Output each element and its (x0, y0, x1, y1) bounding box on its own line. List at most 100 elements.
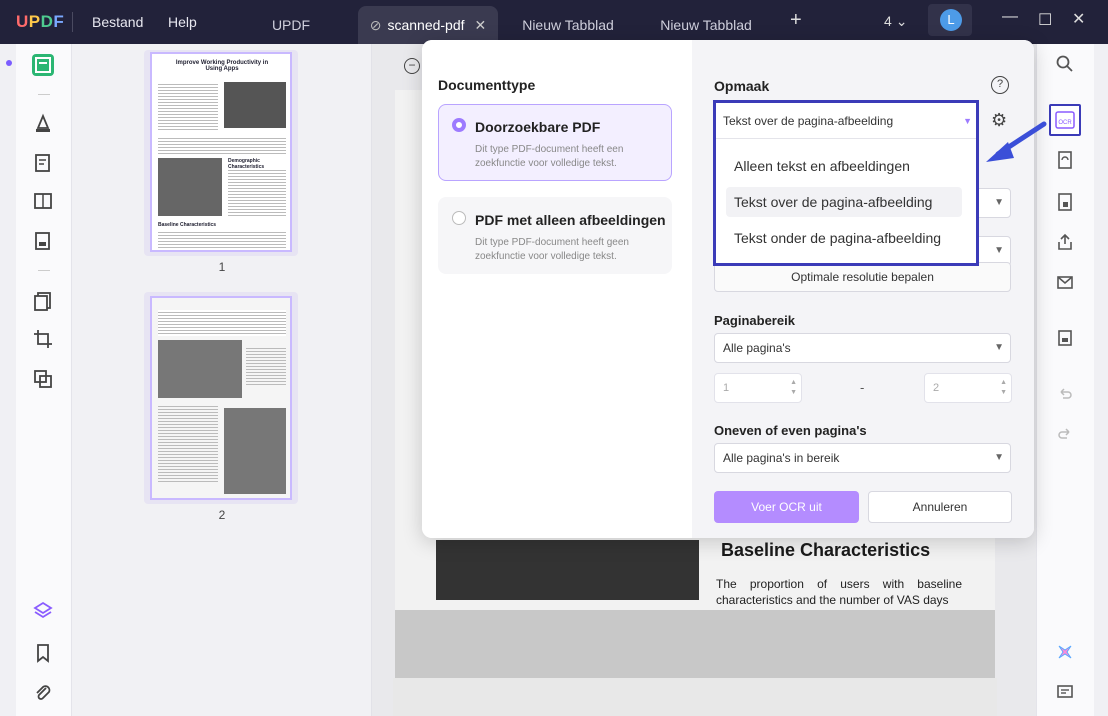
new-tab-icon[interactable]: + (790, 9, 802, 32)
left-edge (0, 44, 16, 716)
window-count[interactable]: 4 ⌄ (884, 13, 907, 30)
edit-icon: ⊘ (369, 17, 382, 33)
tab-label: Nieuw Tabblad (660, 17, 752, 33)
chat-icon[interactable] (1055, 682, 1075, 702)
toolbar-separator (38, 94, 50, 95)
document-type-title: Documenttype (438, 77, 536, 93)
chevron-down-icon: ▼ (994, 245, 1004, 256)
tab-label: UPDF (271, 17, 311, 33)
run-ocr-button[interactable]: Voer OCR uit (714, 491, 859, 523)
active-indicator (6, 60, 12, 66)
close-window-icon[interactable]: ✕ (1072, 9, 1085, 29)
chevron-down-icon: ⌄ (895, 13, 908, 29)
document-page-2 (393, 678, 997, 716)
layers-icon[interactable] (32, 600, 54, 622)
thumbnail-text-block (158, 404, 218, 484)
crop-icon[interactable] (32, 328, 54, 350)
odd-even-title: Oneven of even pagina's (714, 423, 867, 438)
mail-icon[interactable] (1055, 272, 1075, 292)
stepper-icon[interactable]: ▲ ▼ (1000, 378, 1007, 398)
layout-option-text-and-images[interactable]: Alleen tekst en afbeeldingen (726, 151, 962, 181)
form-icon[interactable] (32, 230, 54, 252)
ocr-button[interactable]: OCR (1049, 104, 1081, 136)
thumbnail-photo (158, 158, 222, 216)
toolbar-separator (38, 270, 50, 271)
option-searchable-pdf[interactable]: Doorzoekbare PDF Dit type PDF-document h… (438, 104, 672, 181)
menu-help[interactable]: Help (168, 14, 197, 30)
thumbnail-text-block (158, 310, 286, 336)
convert-pdf-icon[interactable] (1055, 150, 1075, 170)
page-range-select[interactable]: Alle pagina's ▼ (714, 333, 1011, 363)
page-number-1: 1 (218, 260, 226, 274)
title-bar: UPDF Bestand Help UPDF ⊘ scanned-pdf ✕ Nie… (0, 0, 1108, 44)
page-range-title: Paginabereik (714, 313, 795, 328)
search-icon[interactable] (1055, 54, 1075, 74)
layout-option-text-over-image[interactable]: Tekst over de pagina-afbeelding (726, 187, 962, 217)
undo-icon[interactable] (1055, 384, 1075, 404)
range-to-value: 2 (933, 382, 940, 394)
section-text: The proportion of users with baseline ch… (716, 577, 962, 607)
right-edge (1094, 44, 1108, 716)
range-to-input[interactable]: 2 ▲ ▼ (924, 373, 1012, 403)
thumbnail-page-1[interactable]: Improve Working Productivity in Using Ap… (150, 52, 292, 252)
tab-nieuw-tabblad-2[interactable]: Nieuw Tabblad (646, 6, 766, 44)
attachment-icon[interactable] (32, 682, 54, 704)
thumbnail-photo (158, 340, 242, 398)
option-title: Doorzoekbare PDF (475, 119, 601, 135)
chevron-down-icon: ▼ (963, 116, 972, 126)
radio-searchable-pdf[interactable] (452, 118, 466, 132)
odd-even-select[interactable]: Alle pagina's in bereik ▼ (714, 443, 1011, 473)
menu-bestand[interactable]: Bestand (92, 14, 143, 30)
thumbnail-page-2[interactable] (150, 296, 292, 500)
thumbnail-photo (224, 82, 286, 128)
maximize-icon[interactable]: ☐ (1038, 10, 1052, 30)
layout-dropdown: Tekst over de pagina-afbeelding ▼ Alleen… (713, 100, 979, 266)
left-toolbar (16, 44, 72, 716)
radio-image-only-pdf[interactable] (452, 211, 466, 225)
updf-logo: UPDF (16, 12, 65, 31)
layout-option-text-under-image[interactable]: Tekst onder de pagina-afbeelding (726, 223, 962, 253)
tab-nieuw-tabblad-1[interactable]: Nieuw Tabblad (508, 6, 628, 44)
stepper-icon[interactable]: ▲ ▼ (790, 378, 797, 398)
cancel-button[interactable]: Annuleren (868, 491, 1012, 523)
protect-icon[interactable] (1055, 192, 1075, 212)
minimize-icon[interactable]: — (1002, 8, 1018, 26)
optimal-resolution-button[interactable]: Optimale resolutie bepalen (714, 262, 1011, 292)
layout-select-value: Tekst over de pagina-afbeelding (723, 114, 894, 128)
share-icon[interactable] (1055, 232, 1075, 252)
ai-assistant-icon[interactable] (1055, 642, 1075, 662)
close-tab-icon[interactable]: ✕ (475, 17, 487, 33)
range-from-value: 1 (723, 382, 730, 394)
edit-pdf-icon[interactable] (32, 152, 54, 174)
comment-icon[interactable] (32, 112, 54, 134)
save-icon[interactable] (1055, 328, 1075, 348)
page-range-value: Alle pagina's (723, 341, 791, 355)
tab-scanned-pdf[interactable]: ⊘ scanned-pdf ✕ (358, 6, 498, 44)
help-icon[interactable]: ? (991, 76, 1009, 94)
thumbnail-text-block (228, 168, 286, 216)
chevron-down-icon: ▼ (994, 197, 1004, 208)
thumbnail-text-block (158, 82, 218, 132)
layout-select[interactable]: Tekst over de pagina-afbeelding ▼ (716, 103, 976, 139)
organize-pages-icon[interactable] (32, 290, 54, 312)
tab-label: scanned-pdf (387, 17, 465, 33)
option-image-only-pdf[interactable]: PDF met alleen afbeeldingen Dit type PDF… (438, 197, 672, 274)
reader-icon[interactable] (32, 54, 54, 76)
zoom-out-icon[interactable]: − (404, 58, 420, 74)
option-description: Dit type PDF-document heeft een zoekfunc… (475, 144, 624, 169)
page-layout-icon[interactable] (32, 190, 54, 212)
thumbnail-heading: Improve Working Productivity in Using Ap… (175, 60, 269, 72)
avatar[interactable]: L (940, 9, 962, 31)
pointer-arrow-icon (986, 121, 1047, 162)
range-from-input[interactable]: 1 ▲ ▼ (714, 373, 802, 403)
thumbnail-text-block (158, 136, 286, 156)
tab-updf[interactable]: UPDF (248, 6, 334, 44)
redo-icon[interactable] (1055, 424, 1075, 444)
svg-text:OCR: OCR (1058, 120, 1072, 126)
chevron-down-icon: ▼ (994, 342, 1004, 353)
chevron-down-icon: ▼ (994, 452, 1004, 463)
odd-even-value: Alle pagina's in bereik (723, 451, 840, 465)
bookmark-icon[interactable] (32, 642, 54, 664)
thumbnail-text-block (246, 346, 286, 386)
convert-icon[interactable] (32, 368, 54, 390)
